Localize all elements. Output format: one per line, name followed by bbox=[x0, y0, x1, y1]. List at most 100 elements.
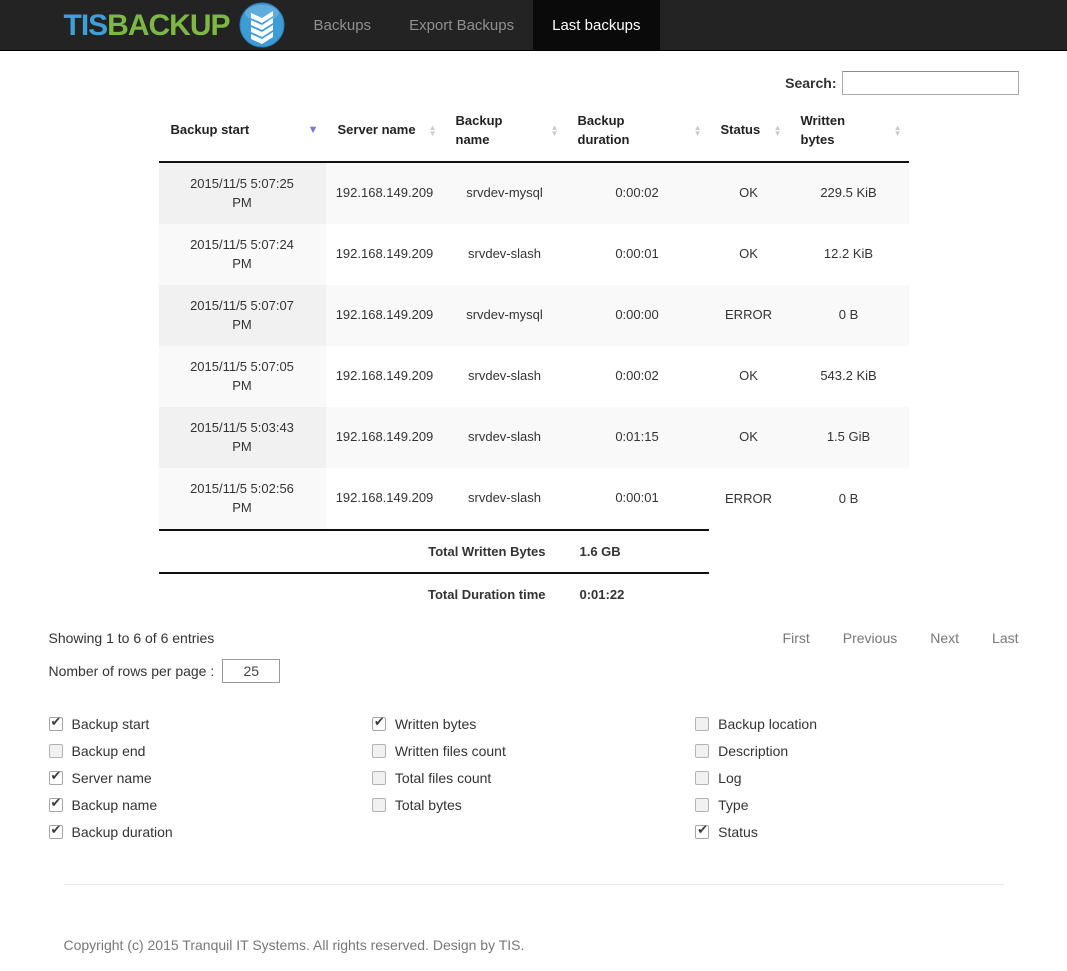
toggle-label: Total files count bbox=[395, 770, 492, 786]
rows-per-page-input[interactable] bbox=[222, 659, 280, 683]
copyright-text: Copyright (c) 2015 Tranquil IT Systems. … bbox=[49, 937, 1019, 953]
checkbox-checked-icon[interactable] bbox=[49, 825, 63, 839]
toggle-column-3: Backup location Description Log Type Status bbox=[695, 711, 1018, 846]
column-toggle-backup-name[interactable]: Backup name bbox=[49, 792, 372, 819]
checkbox-unchecked-icon[interactable] bbox=[695, 798, 709, 812]
toggle-label: Description bbox=[718, 743, 788, 759]
column-label: Status bbox=[721, 122, 761, 137]
toggle-label: Written files count bbox=[395, 743, 506, 759]
triangle-up-down-icon: ▲▼ bbox=[694, 125, 702, 137]
column-toggle-backup-duration[interactable]: Backup duration bbox=[49, 819, 372, 846]
cell-backup-name: srvdev-slash bbox=[444, 224, 566, 285]
page-link-last[interactable]: Last bbox=[992, 630, 1018, 646]
checkbox-checked-icon[interactable] bbox=[49, 717, 63, 731]
column-header-written-bytes[interactable]: Written bytes▲▼ bbox=[789, 101, 909, 162]
column-toggle-server-name[interactable]: Server name bbox=[49, 765, 372, 792]
column-label: Backup duration bbox=[578, 113, 630, 147]
column-toggle-written-files-count[interactable]: Written files count bbox=[372, 738, 695, 765]
table-footer: Total Written Bytes1.6 GBTotal Duration … bbox=[159, 530, 909, 616]
nav-item-export-backups[interactable]: Export Backups bbox=[390, 0, 533, 50]
table-body: 2015/11/5 5:07:25 PM192.168.149.209srvde… bbox=[159, 162, 909, 530]
column-toggle-description[interactable]: Description bbox=[695, 738, 1018, 765]
checkbox-unchecked-icon[interactable] bbox=[695, 744, 709, 758]
checkbox-checked-icon[interactable] bbox=[372, 717, 386, 731]
checkbox-unchecked-icon[interactable] bbox=[372, 771, 386, 785]
triangle-up-down-icon: ▲▼ bbox=[894, 125, 902, 137]
column-toggle-total-bytes[interactable]: Total bytes bbox=[372, 792, 695, 819]
checkbox-unchecked-icon[interactable] bbox=[695, 717, 709, 731]
checkbox-unchecked-icon[interactable] bbox=[372, 798, 386, 812]
total-value: 1.6 GB bbox=[566, 530, 709, 574]
cell-backup-name: srvdev-slash bbox=[444, 468, 566, 530]
cell-status: OK bbox=[709, 346, 789, 407]
cell-written-bytes: 0 B bbox=[789, 285, 909, 346]
cell-backup-duration: 0:00:01 bbox=[566, 224, 709, 285]
cell-backup-name: srvdev-slash bbox=[444, 407, 566, 468]
cell-backup-start: 2015/11/5 5:07:24 PM bbox=[159, 224, 326, 285]
checkbox-checked-icon[interactable] bbox=[695, 825, 709, 839]
column-toggle-backup-location[interactable]: Backup location bbox=[695, 711, 1018, 738]
column-label: Backup name bbox=[456, 113, 503, 147]
page-link-first[interactable]: First bbox=[783, 630, 810, 646]
column-header-status[interactable]: Status ▲▼ bbox=[709, 101, 789, 162]
cell-status: ERROR bbox=[709, 285, 789, 346]
toggle-label: Backup name bbox=[72, 797, 158, 813]
search-row: Search: bbox=[49, 71, 1019, 95]
cell-status: OK bbox=[709, 407, 789, 468]
column-header-backup-duration[interactable]: Backup duration ▲▼ bbox=[566, 101, 709, 162]
nav-item-last-backups[interactable]: Last backups bbox=[533, 0, 659, 50]
checkbox-checked-icon[interactable] bbox=[49, 798, 63, 812]
checkbox-unchecked-icon[interactable] bbox=[372, 744, 386, 758]
total-label: Total Written Bytes bbox=[159, 530, 566, 574]
table-row: 2015/11/5 5:02:56 PM192.168.149.209srvde… bbox=[159, 468, 909, 530]
cell-backup-start: 2015/11/5 5:07:07 PM bbox=[159, 285, 326, 346]
cell-written-bytes: 12.2 KiB bbox=[789, 224, 909, 285]
page-link-previous[interactable]: Previous bbox=[843, 630, 897, 646]
rows-per-page-label: Nomber of rows per page : bbox=[49, 663, 215, 679]
column-header-server-name[interactable]: Server name▲▼ bbox=[326, 101, 444, 162]
column-toggle-backup-end[interactable]: Backup end bbox=[49, 738, 372, 765]
cell-backup-start: 2015/11/5 5:03:43 PM bbox=[159, 407, 326, 468]
cell-backup-duration: 0:00:02 bbox=[566, 346, 709, 407]
navbar: TISBACKUP BackupsExport BackupsLast back… bbox=[0, 0, 1067, 51]
table-header-row: Backup start▼Server name▲▼Backup name▲▼B… bbox=[159, 101, 909, 162]
checkbox-checked-icon[interactable] bbox=[49, 771, 63, 785]
column-toggle-total-files-count[interactable]: Total files count bbox=[372, 765, 695, 792]
toggle-label: Backup duration bbox=[72, 824, 173, 840]
column-toggle-backup-start[interactable]: Backup start bbox=[49, 711, 372, 738]
column-header-backup-start[interactable]: Backup start▼ bbox=[159, 101, 326, 162]
search-input[interactable] bbox=[842, 71, 1019, 95]
checkbox-unchecked-icon[interactable] bbox=[49, 744, 63, 758]
checkbox-unchecked-icon[interactable] bbox=[695, 771, 709, 785]
column-label: Backup start bbox=[171, 122, 250, 137]
footer-divider bbox=[64, 884, 1004, 885]
nav-item-backups[interactable]: Backups bbox=[295, 0, 391, 50]
column-toggle-log[interactable]: Log bbox=[695, 765, 1018, 792]
column-label: Server name bbox=[338, 122, 416, 137]
column-toggle-written-bytes[interactable]: Written bytes bbox=[372, 711, 695, 738]
toggle-label: Backup location bbox=[718, 716, 817, 732]
table-row: 2015/11/5 5:07:24 PM192.168.149.209srvde… bbox=[159, 224, 909, 285]
column-toggle-status[interactable]: Status bbox=[695, 819, 1018, 846]
cell-backup-duration: 0:01:15 bbox=[566, 407, 709, 468]
cell-server-name: 192.168.149.209 bbox=[326, 468, 444, 530]
toggle-label: Total bytes bbox=[395, 797, 462, 813]
cell-backup-name: srvdev-mysql bbox=[444, 162, 566, 224]
page-link-next[interactable]: Next bbox=[930, 630, 959, 646]
total-value: 0:01:22 bbox=[566, 573, 709, 616]
column-toggle-type[interactable]: Type bbox=[695, 792, 1018, 819]
cell-written-bytes: 229.5 KiB bbox=[789, 162, 909, 224]
table-row: 2015/11/5 5:07:07 PM192.168.149.209srvde… bbox=[159, 285, 909, 346]
triangle-up-down-icon: ▲▼ bbox=[774, 125, 782, 137]
brand-logo[interactable]: TISBACKUP bbox=[49, 0, 295, 50]
rows-per-page: Nomber of rows per page : bbox=[49, 659, 1019, 683]
toggle-label: Status bbox=[718, 824, 758, 840]
toggle-label: Log bbox=[718, 770, 741, 786]
backups-table-wrap: Backup start▼Server name▲▼Backup name▲▼B… bbox=[159, 101, 909, 616]
cell-server-name: 192.168.149.209 bbox=[326, 346, 444, 407]
column-header-backup-name[interactable]: Backup name▲▼ bbox=[444, 101, 566, 162]
toggle-label: Server name bbox=[72, 770, 152, 786]
cell-backup-start: 2015/11/5 5:07:05 PM bbox=[159, 346, 326, 407]
cell-backup-name: srvdev-slash bbox=[444, 346, 566, 407]
layer-stack-icon bbox=[239, 2, 285, 48]
